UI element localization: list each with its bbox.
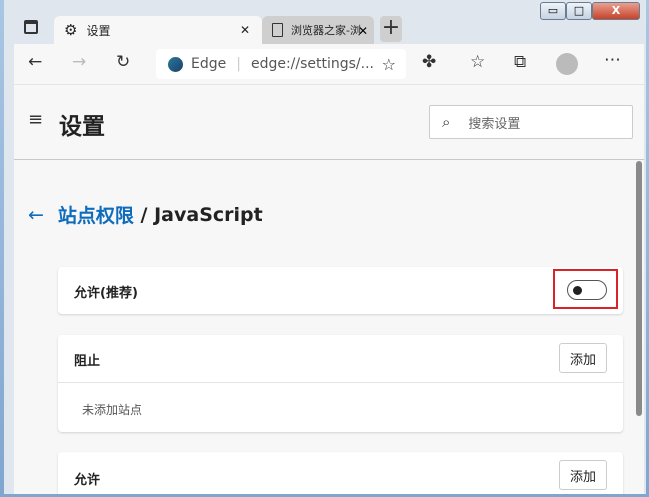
- block-add-button[interactable]: 添加: [559, 343, 607, 373]
- allow-recommended-card: 允许(推荐): [58, 267, 623, 314]
- allow-add-button[interactable]: 添加: [559, 460, 607, 490]
- url-text: edge://settings/...: [250, 56, 374, 72]
- avatar[interactable]: [556, 53, 578, 75]
- allow-title: 允许: [74, 473, 101, 488]
- add-favorite-icon[interactable]: ☆: [382, 55, 396, 74]
- extensions-icon[interactable]: ✤: [422, 52, 436, 72]
- address-bar[interactable]: Edge | edge://settings/... ☆: [156, 49, 406, 79]
- tab-settings[interactable]: ⚙ 设置 ✕: [54, 16, 262, 44]
- search-input[interactable]: ⌕ 搜索设置: [429, 105, 633, 139]
- refresh-icon[interactable]: ↻: [116, 52, 130, 72]
- edge-logo-icon: [168, 56, 183, 72]
- more-icon[interactable]: ⋯: [604, 50, 621, 70]
- tab-title: 浏览器之家-浏览器下载_浏: [291, 24, 361, 37]
- page-title: 设置: [59, 114, 105, 140]
- divider: [58, 382, 623, 383]
- site-label: Edge: [191, 56, 227, 72]
- toggle-knob: [573, 286, 582, 295]
- browser-window: ▭ □ X ⚙ 设置 ✕ 浏览器之家-浏览器下载_浏 ✕ + ← → ↻ Edg…: [4, 0, 646, 494]
- breadcrumb-current: JavaScript: [154, 203, 263, 226]
- block-empty-text: 未添加站点: [82, 403, 143, 417]
- block-title: 阻止: [74, 354, 101, 369]
- allow-javascript-toggle[interactable]: [567, 280, 607, 300]
- back-arrow-icon[interactable]: ←: [28, 204, 44, 226]
- toolbar: ← → ↻ Edge | edge://settings/... ☆ ✤ ☆ ⧉…: [14, 44, 644, 84]
- divider: |: [236, 56, 241, 72]
- tab-title: 设置: [86, 23, 111, 38]
- search-icon: ⌕: [442, 113, 451, 131]
- gear-icon: ⚙: [64, 21, 78, 39]
- favorites-icon[interactable]: ☆: [470, 52, 485, 72]
- menu-icon[interactable]: ≡: [28, 109, 43, 130]
- breadcrumb-parent-link[interactable]: 站点权限: [58, 201, 134, 228]
- search-placeholder: 搜索设置: [468, 116, 521, 132]
- page-icon: [272, 23, 283, 37]
- close-tab-icon[interactable]: ✕: [240, 23, 250, 37]
- collections-icon[interactable]: ⧉: [514, 52, 526, 72]
- settings-page: ≡ 设置 ⌕ 搜索设置 ← 站点权限 / JavaScript 允许(推荐) 阻…: [14, 84, 644, 494]
- forward-icon[interactable]: →: [72, 52, 86, 72]
- allow-card: 允许 添加: [58, 452, 623, 494]
- new-tab-button[interactable]: +: [380, 16, 402, 42]
- allow-recommended-label: 允许(推荐): [74, 286, 138, 301]
- close-tab-icon[interactable]: ✕: [358, 24, 368, 38]
- tab-actions-icon[interactable]: [24, 20, 38, 34]
- breadcrumb-separator: /: [133, 203, 155, 226]
- tab-bar: ⚙ 设置 ✕ 浏览器之家-浏览器下载_浏 ✕ +: [4, 12, 646, 44]
- breadcrumb: ← 站点权限 / JavaScript: [28, 201, 263, 228]
- block-card: 阻止 添加 未添加站点: [58, 335, 623, 432]
- back-icon[interactable]: ←: [28, 52, 42, 72]
- scrollbar[interactable]: [636, 161, 642, 416]
- settings-header: ≡ 设置 ⌕ 搜索设置: [14, 85, 644, 160]
